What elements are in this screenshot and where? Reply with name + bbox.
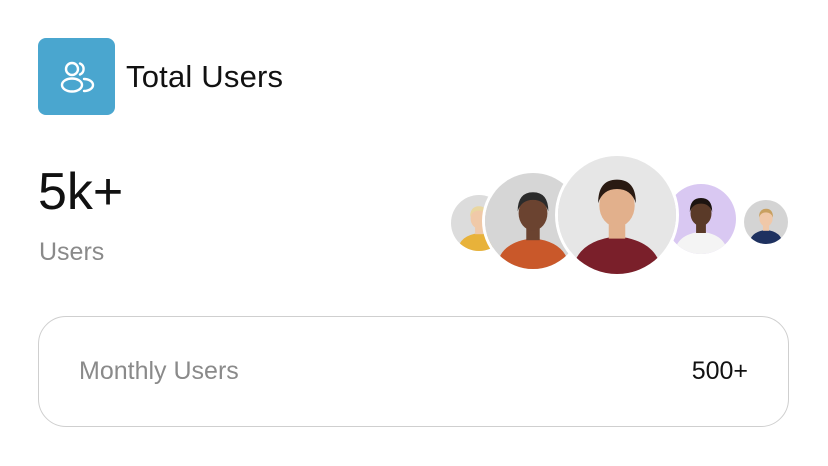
total-users-label: Users	[39, 238, 105, 266]
avatar-1	[448, 192, 510, 254]
users-icon	[38, 38, 115, 115]
avatar-3	[555, 153, 679, 277]
avatar-5	[741, 197, 791, 247]
monthly-users-value: 500+	[691, 357, 748, 385]
card-title: Total Users	[126, 58, 284, 94]
avatar-4	[663, 181, 739, 257]
monthly-users-label: Monthly Users	[79, 357, 239, 385]
avatar-2	[482, 170, 584, 272]
card-header: Total Users	[38, 38, 283, 115]
total-users-card: Total Users 5k+ Users Monthly Users 500+	[0, 0, 828, 466]
monthly-users-box: Monthly Users 500+	[38, 316, 789, 427]
total-users-value: 5k+	[38, 163, 124, 221]
